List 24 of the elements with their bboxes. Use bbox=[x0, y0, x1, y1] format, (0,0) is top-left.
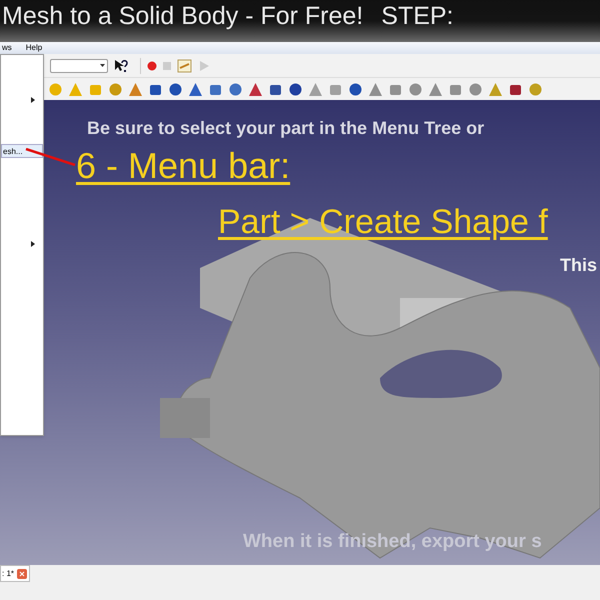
video-title: Mesh to a Solid Body - For Free! bbox=[2, 2, 364, 30]
workbench-dropdown[interactable] bbox=[50, 58, 108, 72]
leader-line bbox=[25, 148, 76, 166]
step-heading: 6 - Menu bar: bbox=[76, 146, 290, 186]
submenu-arrow-icon[interactable] bbox=[31, 241, 35, 247]
sphere-icon[interactable] bbox=[48, 82, 63, 96]
menu-item[interactable]: Help bbox=[24, 42, 44, 54]
document-tab[interactable]: : 1* bbox=[0, 565, 30, 582]
submenu-arrow-icon[interactable] bbox=[31, 97, 35, 103]
play-icon[interactable] bbox=[199, 60, 209, 70]
menu-item[interactable]: esh... bbox=[1, 144, 43, 158]
caret-icon bbox=[100, 64, 105, 67]
close-icon[interactable] bbox=[17, 568, 28, 578]
cone-shape-icon[interactable] bbox=[428, 82, 443, 96]
note-text: This bbox=[560, 254, 598, 277]
stop-icon[interactable] bbox=[163, 62, 171, 70]
instruction-text: Be sure to select your part in the Menu Tree or bbox=[87, 117, 484, 140]
menu-path-text: Part > Create Shape f bbox=[218, 202, 548, 242]
macro-edit-icon[interactable] bbox=[177, 58, 193, 72]
cone-icon[interactable] bbox=[68, 82, 83, 96]
record-icon[interactable] bbox=[147, 60, 157, 70]
step-label: STEP: bbox=[381, 2, 454, 30]
whats-this-icon[interactable] bbox=[114, 58, 128, 72]
menu-item[interactable]: ws bbox=[0, 42, 14, 54]
